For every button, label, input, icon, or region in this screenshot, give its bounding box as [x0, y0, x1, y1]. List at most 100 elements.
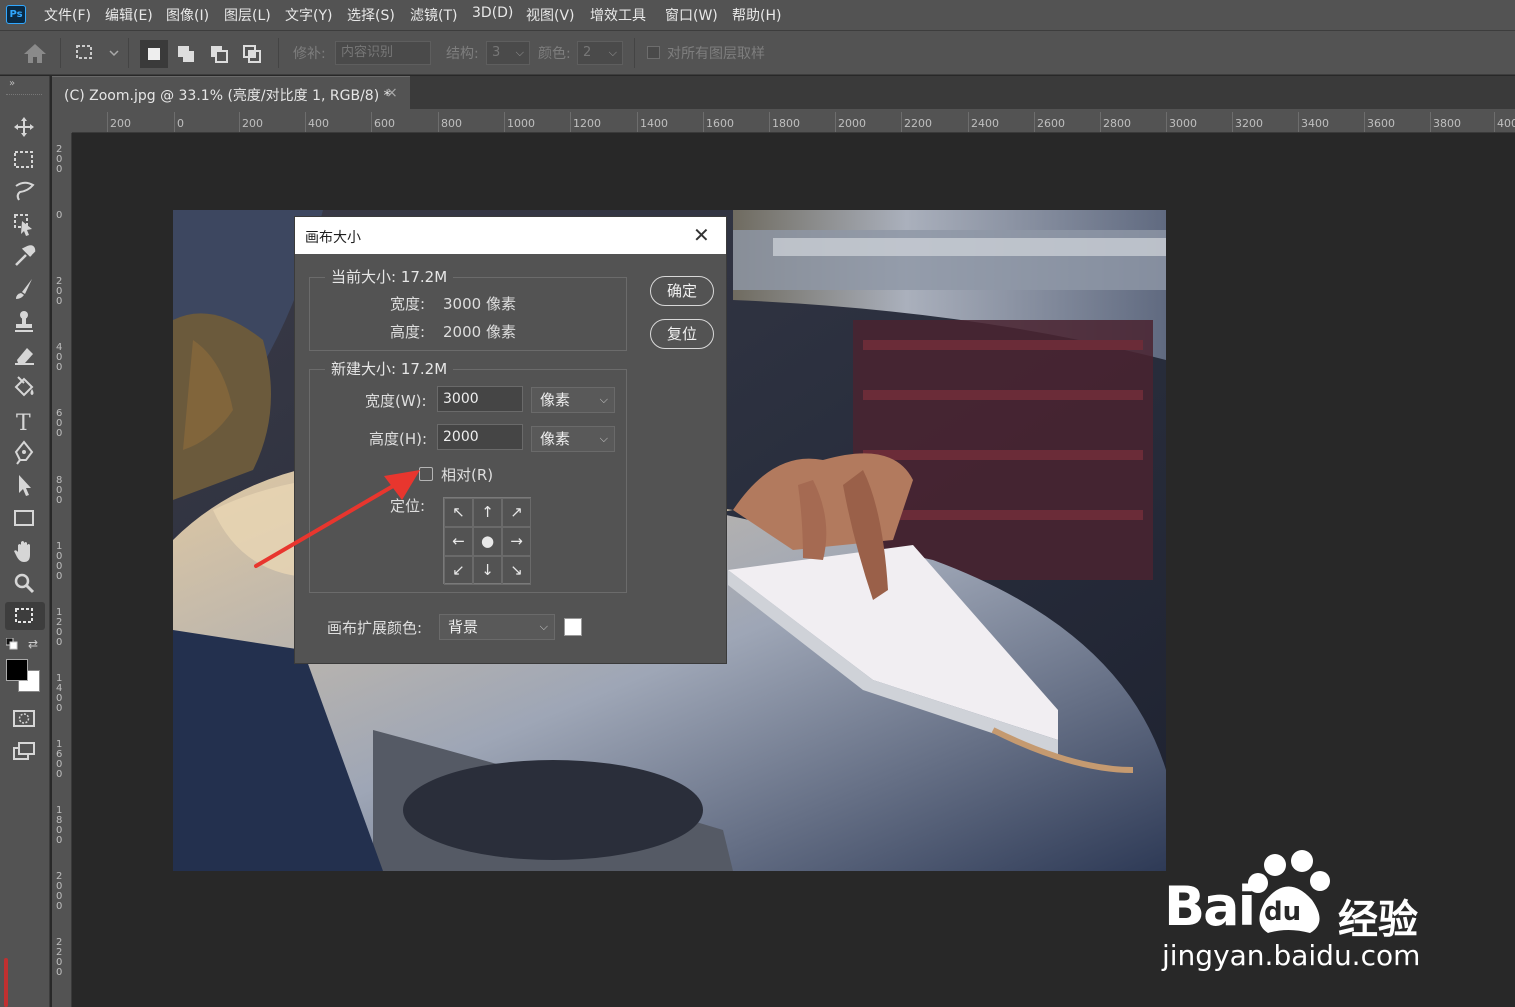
brush-tool-icon[interactable] — [8, 274, 40, 304]
dialog-title: 画布大小 — [305, 230, 361, 246]
chevron-down-icon: ⌵ — [599, 432, 608, 445]
structure-value: 3 — [492, 45, 501, 60]
menu-item[interactable]: 视图(V) — [526, 5, 575, 25]
type-tool-icon[interactable]: T — [8, 406, 40, 436]
current-width-value: 3000 像素 — [443, 295, 516, 313]
anchor-top-left-arrow-icon[interactable]: ↖ — [444, 498, 473, 527]
ruler-label: 3600 — [1367, 117, 1395, 130]
ruler-label: 600 — [374, 117, 395, 130]
ruler-tick — [769, 112, 770, 132]
extension-color-value: 背景 — [448, 618, 479, 636]
ok-button[interactable]: 确定 — [650, 276, 714, 306]
home-icon[interactable] — [22, 41, 48, 69]
menu-item[interactable]: 文件(F) — [44, 5, 91, 25]
sample-all-layers-label: 对所有图层取样 — [667, 46, 765, 62]
menu-item[interactable]: 滤镜(T) — [410, 5, 457, 25]
ruler-tick — [371, 112, 372, 132]
eraser-tool-icon[interactable] — [8, 340, 40, 370]
repair-select[interactable]: 内容识别 — [335, 41, 431, 65]
menu-item[interactable]: 增效工具 — [590, 5, 646, 25]
extension-color-select[interactable]: 背景 ⌵ — [439, 614, 555, 640]
ruler-label: 2200 — [904, 117, 932, 130]
ruler-label: 2400 — [971, 117, 999, 130]
canvas-size-dialog: 画布大小 ✕ 当前大小: 17.2M 宽度: 3000 像素 高度: 2000 … — [294, 216, 727, 664]
anchor-bottom-left-arrow-icon[interactable]: ↙ — [444, 556, 473, 585]
reset-button[interactable]: 复位 — [650, 319, 714, 349]
width-unit-select[interactable]: 像素 ⌵ — [531, 387, 615, 413]
anchor-top-right-arrow-icon[interactable]: ↗ — [502, 498, 531, 527]
chevron-down-icon: ⌵ — [539, 620, 548, 633]
extension-color-label: 画布扩展颜色: — [327, 619, 423, 637]
move-tool-icon[interactable] — [8, 112, 40, 142]
menu-item[interactable]: 图像(I) — [166, 5, 209, 25]
add-to-selection-icon[interactable] — [172, 40, 200, 68]
structure-select[interactable]: 3 ⌵ — [486, 41, 530, 65]
stamp-tool-icon[interactable] — [8, 306, 40, 336]
ruler-tick — [637, 112, 638, 132]
color-label: 颜色: — [538, 46, 571, 62]
menu-item[interactable]: 3D(D) — [472, 5, 513, 21]
close-dialog-icon[interactable]: ✕ — [693, 223, 710, 247]
ruler-tick — [1166, 112, 1167, 132]
ruler-label: 3400 — [1301, 117, 1329, 130]
hand-tool-icon[interactable] — [8, 536, 40, 566]
ruler-tick — [438, 112, 439, 132]
lasso-tool-icon[interactable] — [8, 177, 40, 207]
width-input[interactable]: 3000 — [437, 386, 523, 412]
patch-tool-preset-icon[interactable] — [72, 41, 120, 69]
menu-item[interactable]: 帮助(H) — [732, 5, 781, 25]
screen-mode-icon[interactable] — [8, 736, 40, 766]
ruler-tick — [107, 112, 108, 132]
color-select[interactable]: 2 ⌵ — [577, 41, 623, 65]
anchor-center-dot-icon[interactable]: ● — [473, 527, 502, 556]
ruler-label: 0 — [177, 117, 184, 130]
anchor-left-arrow-icon[interactable]: ← — [444, 527, 473, 556]
anchor-bottom-right-arrow-icon[interactable]: ↘ — [502, 556, 531, 585]
sample-all-layers-checkbox[interactable] — [647, 46, 660, 59]
separator — [128, 38, 129, 68]
rectangle-tool-icon[interactable] — [8, 503, 40, 533]
menu-item[interactable]: 窗口(W) — [665, 5, 718, 25]
menu-item[interactable]: 图层(L) — [224, 5, 271, 25]
menu-item[interactable]: 文字(Y) — [285, 5, 332, 25]
swap-colors-icon[interactable]: ⇄ — [28, 637, 42, 651]
crop-canvas-tool-icon[interactable] — [8, 601, 40, 631]
eyedropper-tool-icon[interactable] — [8, 241, 40, 271]
path-selection-tool-icon[interactable] — [8, 470, 40, 500]
expand-panel-icon[interactable]: » — [9, 78, 15, 89]
current-height-label: 高度: — [390, 323, 426, 341]
anchor-right-arrow-icon[interactable]: → — [502, 527, 531, 556]
height-unit-value: 像素 — [540, 430, 571, 448]
panel-grip[interactable] — [6, 94, 42, 97]
height-unit-select[interactable]: 像素 ⌵ — [531, 426, 615, 452]
ruler-label: 800 — [56, 475, 63, 506]
ruler-label: 400 — [1497, 117, 1515, 130]
intersect-selection-icon[interactable] — [238, 40, 266, 68]
chevron-down-icon: ⌵ — [515, 46, 524, 59]
ruler-tick — [1232, 112, 1233, 132]
menu-item[interactable]: 编辑(E) — [105, 5, 153, 25]
pen-tool-icon[interactable] — [8, 438, 40, 468]
close-tab-icon[interactable]: × — [386, 85, 398, 101]
paint-bucket-tool-icon[interactable] — [8, 373, 40, 403]
zoom-tool-icon[interactable] — [8, 568, 40, 598]
foreground-color-swatch[interactable] — [6, 659, 28, 681]
ruler-label: 2000 — [56, 871, 63, 912]
subtract-from-selection-icon[interactable] — [205, 40, 233, 68]
height-input[interactable]: 2000 — [437, 424, 523, 450]
default-colors-icon[interactable] — [5, 637, 18, 650]
object-selection-tool-icon[interactable] — [8, 209, 40, 239]
quick-mask-icon[interactable] — [8, 704, 40, 734]
ruler-label: 200 — [110, 117, 131, 130]
marquee-tool-icon[interactable] — [8, 145, 40, 175]
anchor-top-arrow-icon[interactable]: ↑ — [473, 498, 502, 527]
current-height-value: 2000 像素 — [443, 323, 516, 341]
menu-item[interactable]: 选择(S) — [347, 5, 395, 25]
new-height-label: 高度(H): — [369, 430, 428, 448]
extension-color-swatch[interactable] — [564, 618, 582, 636]
new-selection-icon[interactable] — [140, 40, 168, 68]
ruler-tick — [703, 112, 704, 132]
document-tab-title: (C) Zoom.jpg @ 33.1% (亮度/对比度 1, RGB/8) * — [64, 88, 391, 104]
ruler-label: 200 — [56, 144, 63, 175]
anchor-bottom-arrow-icon[interactable]: ↓ — [473, 556, 502, 585]
